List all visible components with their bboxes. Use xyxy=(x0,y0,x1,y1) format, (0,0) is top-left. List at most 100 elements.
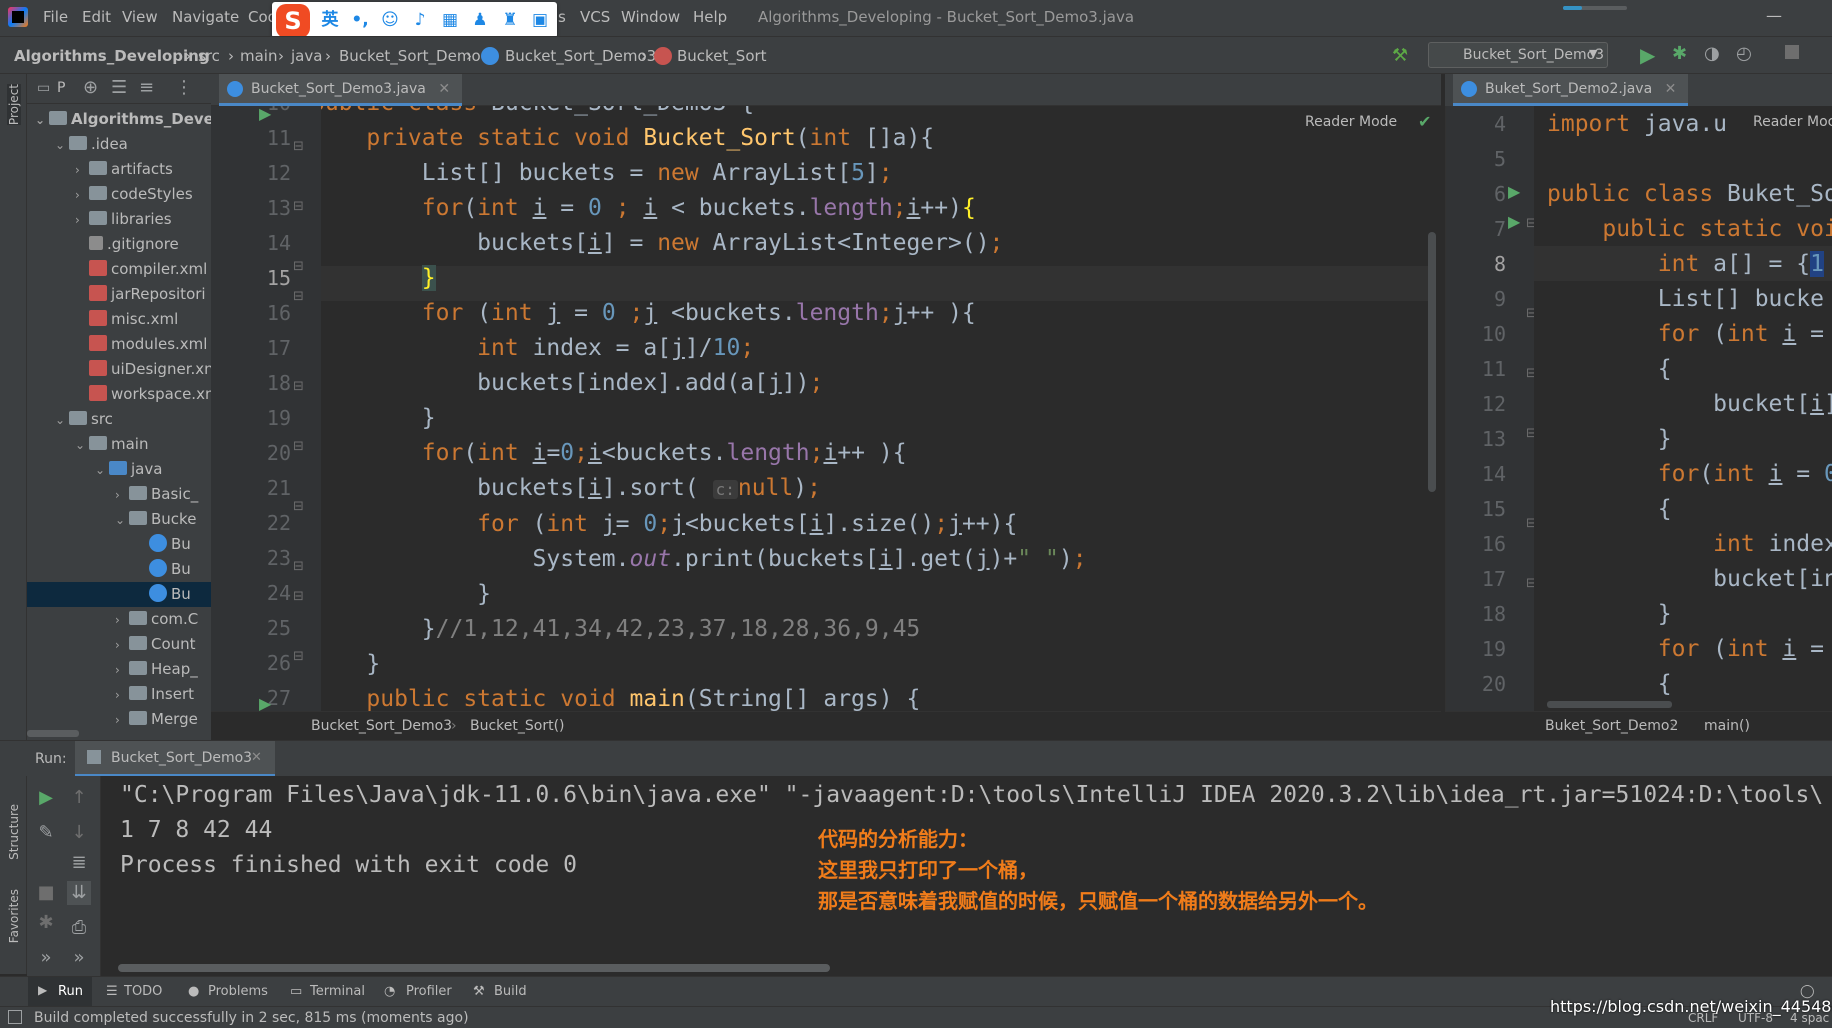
breadcrumb-class[interactable]: Bucket_Sort_Demo3 xyxy=(311,718,452,734)
stop-icon[interactable] xyxy=(1785,45,1799,59)
run-icon[interactable]: ▶ xyxy=(1640,43,1655,67)
user-icon[interactable]: ♟ xyxy=(470,10,490,30)
fold-icon[interactable]: ⊟ xyxy=(1526,306,1534,321)
rerun-icon[interactable]: ▶ xyxy=(34,786,58,810)
tree-node-idea[interactable]: ⌄ .idea xyxy=(55,132,128,157)
collapse-all-icon[interactable]: ≡ xyxy=(139,77,154,98)
menu-file[interactable]: File xyxy=(43,8,68,26)
tree-node-project-root[interactable]: ⌄ Algorithms_Develo xyxy=(35,107,211,132)
run-gutter-icon[interactable]: ▶ xyxy=(259,106,271,123)
tree-node-com[interactable]: › com.C xyxy=(115,607,198,632)
fold-icon[interactable]: ⊟ xyxy=(1526,216,1534,231)
more-right-icon[interactable]: » xyxy=(67,946,91,970)
settings-gear-icon[interactable]: ⋮ xyxy=(175,77,193,98)
project-tool-tab[interactable]: Project xyxy=(7,84,21,126)
skin-icon[interactable]: ♜ xyxy=(500,10,520,30)
more-left-icon[interactable]: » xyxy=(34,946,58,970)
menu-edit[interactable]: Edit xyxy=(82,8,111,26)
fold-icon[interactable]: ⊟ xyxy=(1526,426,1534,441)
fold-icon[interactable]: ⊟ xyxy=(1526,576,1534,591)
tool-tab-terminal[interactable]: Terminal xyxy=(310,984,365,999)
menu-vcs[interactable]: VCS xyxy=(580,8,610,26)
tool-tab-build[interactable]: Build xyxy=(494,984,527,999)
debug-icon[interactable]: ✱ xyxy=(1672,43,1687,64)
tree-node-modules-xml[interactable]: modules.xml xyxy=(89,332,207,357)
fold-icon[interactable]: ⊟ xyxy=(293,379,304,394)
profile-icon[interactable]: ◴ xyxy=(1736,43,1752,64)
breadcrumb-method[interactable]: Bucket_Sort xyxy=(677,47,767,65)
locate-icon[interactable]: ⊕ xyxy=(83,77,98,98)
fold-icon[interactable]: ⊟ xyxy=(293,589,304,604)
breadcrumb-java[interactable]: java xyxy=(291,47,322,65)
wrench-icon[interactable]: ✎ xyxy=(34,821,58,845)
fold-icon[interactable]: ⊟ xyxy=(1526,516,1534,531)
console-hscrollbar[interactable] xyxy=(118,964,830,972)
fold-icon[interactable]: ⊟ xyxy=(293,559,304,574)
tree-node-src[interactable]: ⌄ src xyxy=(55,407,113,432)
tool-tab-todo[interactable]: TODO xyxy=(124,984,162,999)
microphone-icon[interactable]: ♪ xyxy=(410,10,430,30)
build-hammer-icon[interactable]: ⚒ xyxy=(1392,45,1408,66)
menu-navigate[interactable]: Navigate xyxy=(172,8,239,26)
stop-icon[interactable]: ■ xyxy=(34,881,58,905)
tree-node-compiler-xml[interactable]: compiler.xml xyxy=(89,257,207,282)
tree-node-artifacts[interactable]: › artifacts xyxy=(75,157,173,182)
fold-icon[interactable]: ⊟ xyxy=(293,139,304,154)
coverage-icon[interactable]: ◑ xyxy=(1704,43,1720,64)
toolbox-icon[interactable]: ▣ xyxy=(530,10,550,30)
tree-node-gitignore[interactable]: .gitignore xyxy=(89,232,179,257)
punctuation-icon[interactable]: •, xyxy=(350,10,370,30)
arrow-down-icon[interactable]: ↓ xyxy=(67,821,91,845)
breadcrumb-class[interactable]: Buket_Sort_Demo2 xyxy=(1545,718,1678,734)
tree-node-codestyles[interactable]: › codeStyles xyxy=(75,182,193,207)
tool-tab-run[interactable]: ▶ Run xyxy=(28,977,92,1007)
tree-node-bucket-class-3[interactable]: Bu xyxy=(27,582,211,607)
tab-buket-sort-demo2[interactable]: Buket_Sort_Demo2.java ✕ xyxy=(1453,74,1689,106)
favorites-tool-tab[interactable]: Favorites xyxy=(7,889,21,943)
tree-node-jarrepositories[interactable]: jarRepositori xyxy=(89,282,206,307)
breadcrumb-project[interactable]: Algorithms_Developing xyxy=(14,47,210,65)
tree-node-main[interactable]: ⌄ main xyxy=(75,432,148,457)
editor-right-hscrollbar[interactable] xyxy=(1547,701,1672,708)
print-icon[interactable]: ⎙ xyxy=(67,916,91,940)
keyboard-icon[interactable]: ▦ xyxy=(440,10,460,30)
tree-node-bucket-package[interactable]: ⌄ Bucke xyxy=(115,507,196,532)
fold-icon[interactable]: ⊟ xyxy=(293,289,304,304)
tree-node-insert[interactable]: › Insert xyxy=(115,682,194,707)
ime-language[interactable]: 英 xyxy=(320,10,340,30)
project-view-icon[interactable]: ▭ xyxy=(37,80,50,96)
tree-node-basic[interactable]: › Basic_ xyxy=(115,482,198,507)
tree-node-bucket-class-1[interactable]: Bu xyxy=(149,532,191,557)
breadcrumb-src[interactable]: src xyxy=(198,47,220,65)
fold-icon[interactable]: ⊟ xyxy=(1526,366,1534,381)
soft-wrap-icon[interactable]: ≣ xyxy=(67,851,91,875)
tree-node-bucket-class-2[interactable]: Bu xyxy=(149,557,191,582)
breadcrumb-package[interactable]: Bucket_Sort_Demo xyxy=(339,47,481,65)
run-gutter-icon[interactable]: ▶ xyxy=(259,694,271,711)
tool-tab-profiler[interactable]: Profiler xyxy=(406,984,452,999)
project-horizontal-scrollbar[interactable] xyxy=(27,730,79,737)
minimize-icon[interactable]: — xyxy=(1766,6,1782,25)
close-icon[interactable]: ✕ xyxy=(438,81,450,97)
tree-node-misc-xml[interactable]: misc.xml xyxy=(89,307,178,332)
tree-node-uidesigner[interactable]: uiDesigner.xn xyxy=(89,357,211,382)
menu-window[interactable]: Window xyxy=(621,8,680,26)
breadcrumb-main[interactable]: main xyxy=(240,47,277,65)
tool-tab-problems[interactable]: Problems xyxy=(208,984,268,999)
structure-tool-tab[interactable]: Structure xyxy=(7,804,21,860)
tree-node-heap[interactable]: › Heap_ xyxy=(115,657,198,682)
reader-mode-button[interactable]: Reader Mode xyxy=(1305,114,1397,130)
close-icon[interactable]: ✕ xyxy=(1665,81,1677,97)
tree-node-libraries[interactable]: › libraries xyxy=(75,207,172,232)
breadcrumb-method[interactable]: main() xyxy=(1704,718,1750,734)
menu-refactor-partial[interactable]: s xyxy=(558,8,566,26)
tree-node-count[interactable]: › Count xyxy=(115,632,196,657)
tab-bucket-sort-demo3[interactable]: Bucket_Sort_Demo3.java ✕ xyxy=(219,74,463,106)
project-view-label[interactable]: P xyxy=(57,80,65,96)
run-tab[interactable]: Bucket_Sort_Demo3 ✕ xyxy=(75,741,275,777)
run-gutter-icon[interactable]: ▶ xyxy=(1508,182,1520,201)
debug-bug-icon[interactable]: ✱ xyxy=(34,911,58,935)
run-config-selector[interactable]: Bucket_Sort_Demo3 ▼ xyxy=(1428,42,1608,68)
breadcrumb-method[interactable]: Bucket_Sort() xyxy=(470,718,565,734)
tree-node-workspace[interactable]: workspace.xn xyxy=(89,382,211,407)
